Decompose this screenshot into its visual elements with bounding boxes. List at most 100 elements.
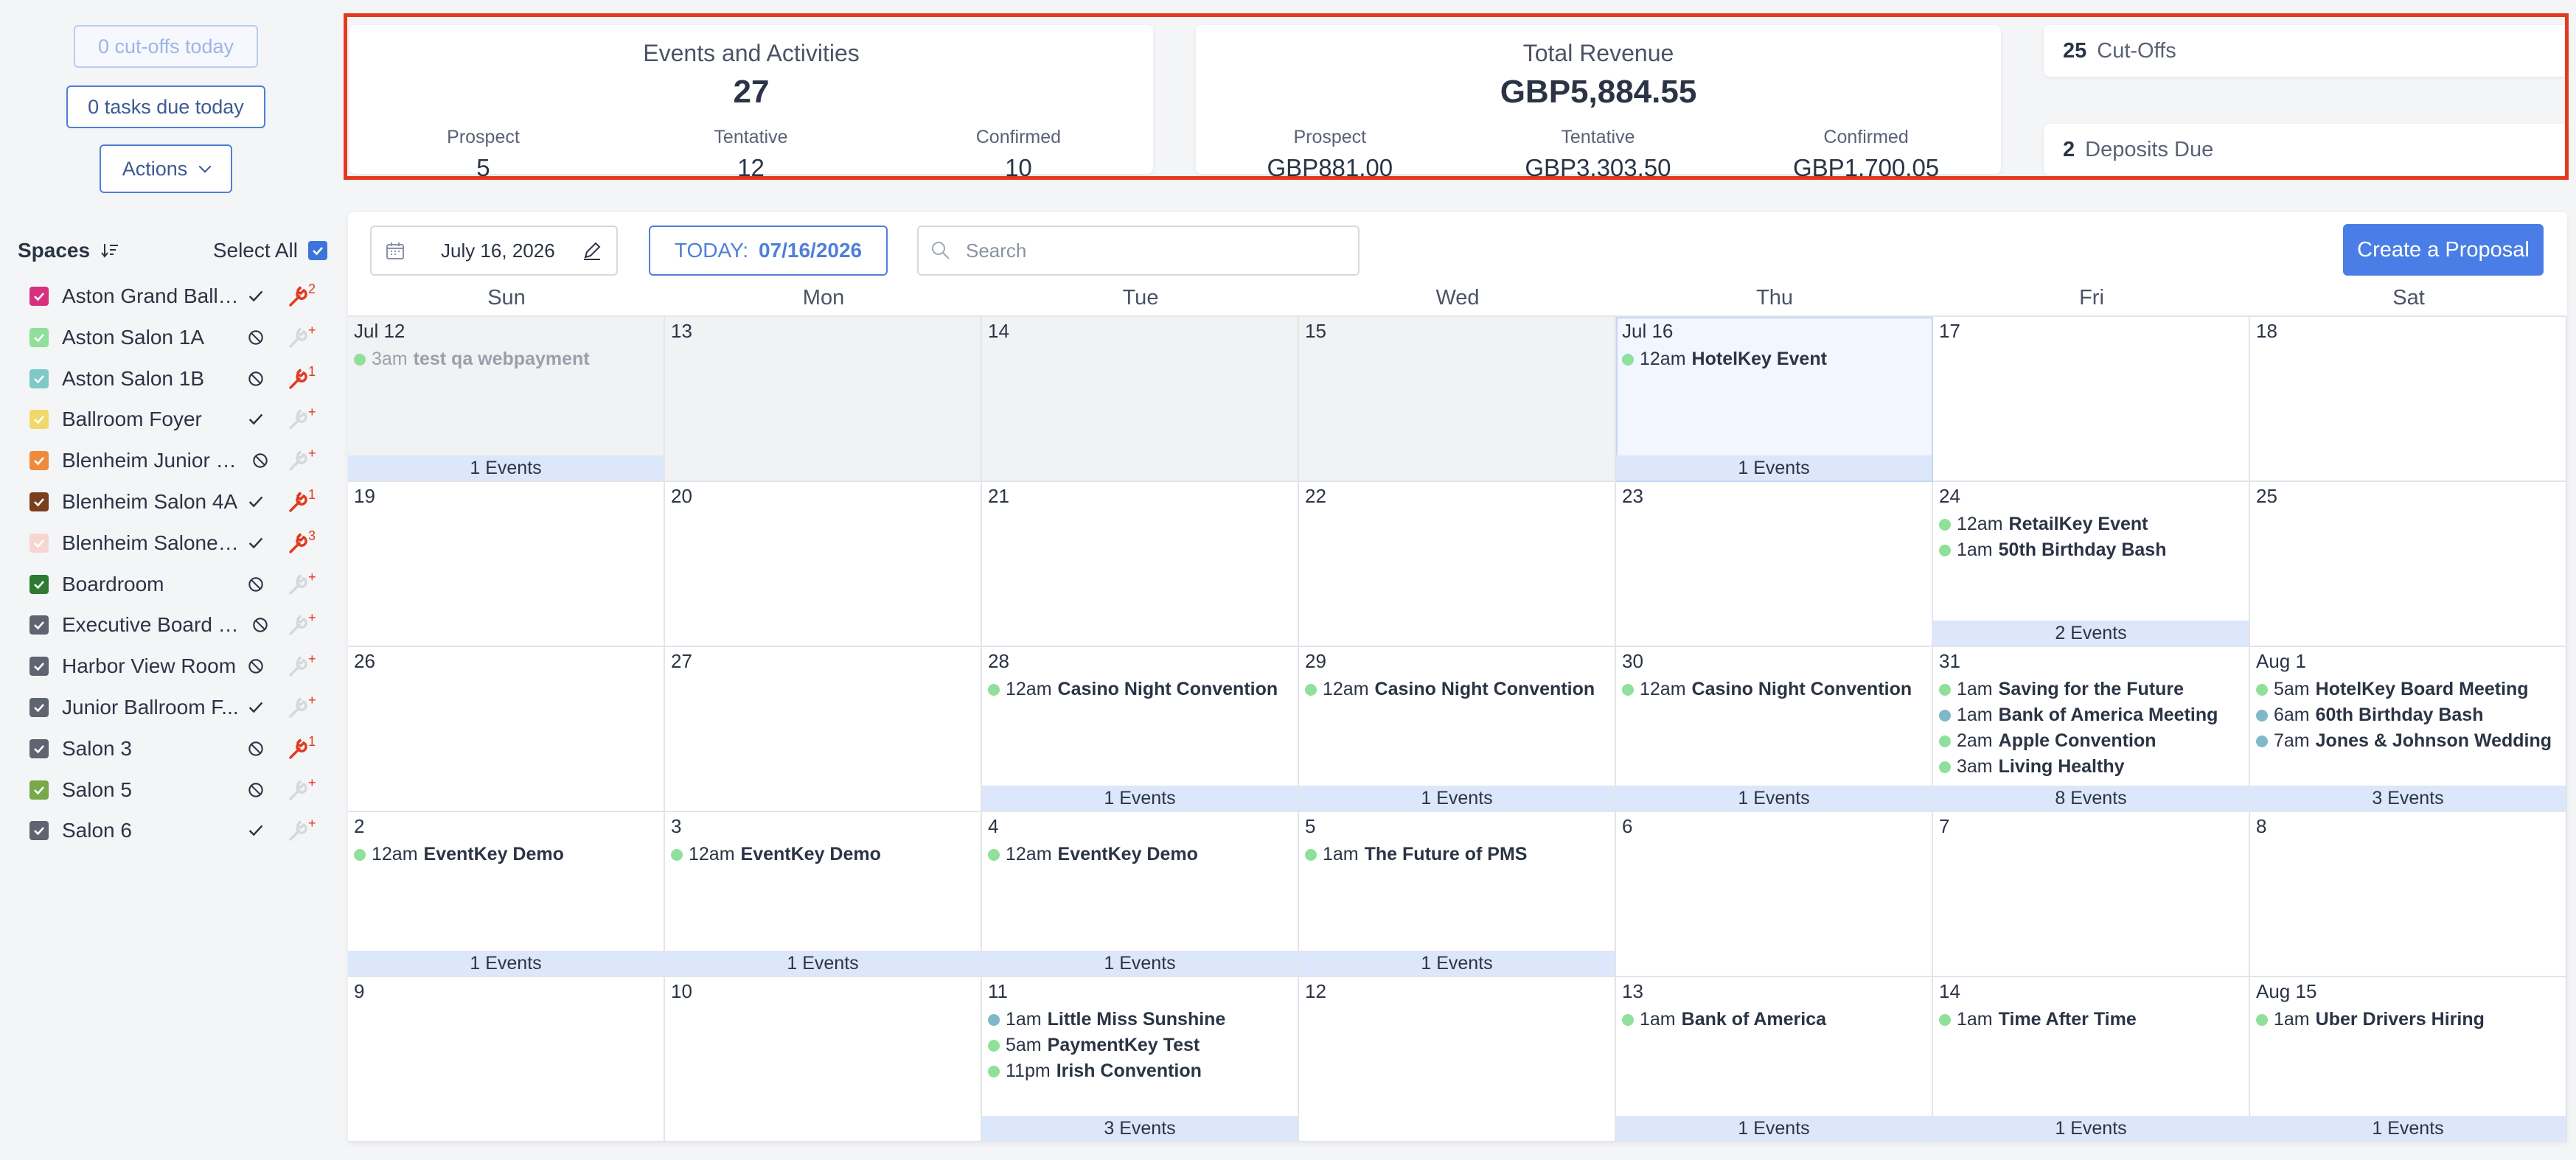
wrench-icon[interactable]: + bbox=[286, 571, 318, 598]
space-row[interactable]: Blenheim Junior B... + bbox=[29, 441, 324, 480]
calendar-day-cell[interactable]: 15 bbox=[1299, 317, 1616, 482]
wrench-icon[interactable]: + bbox=[286, 406, 318, 433]
wrench-icon[interactable]: 3 bbox=[286, 530, 318, 556]
actions-dropdown-button[interactable]: Actions bbox=[100, 144, 232, 193]
space-checkbox[interactable] bbox=[29, 410, 49, 430]
calendar-day-cell[interactable]: 6 bbox=[1616, 812, 1933, 977]
create-proposal-button[interactable]: Create a Proposal bbox=[2343, 224, 2544, 276]
calendar-day-cell[interactable]: 21 bbox=[982, 482, 1299, 647]
space-checkbox[interactable] bbox=[29, 533, 49, 553]
calendar-day-cell[interactable]: 23 bbox=[1616, 482, 1933, 647]
search-input[interactable] bbox=[966, 239, 1334, 262]
event-item[interactable]: 3am test qa webpayment bbox=[354, 346, 659, 372]
calendar-day-cell[interactable]: 14 bbox=[982, 317, 1299, 482]
calendar-day-cell[interactable]: 9 bbox=[348, 977, 665, 1142]
space-row[interactable]: Aston Salon 1A + bbox=[29, 318, 324, 357]
event-item[interactable]: 1am Saving for the Future bbox=[1939, 677, 2244, 702]
calendar-day-cell[interactable]: Jul 16 12am HotelKey Event 1 Events bbox=[1616, 317, 1933, 482]
calendar-day-cell[interactable]: 10 bbox=[665, 977, 982, 1142]
space-checkbox[interactable] bbox=[29, 451, 49, 471]
calendar-day-cell[interactable]: Aug 1 5am HotelKey Board Meeting 6am 60th Bi… bbox=[2250, 647, 2567, 812]
wrench-icon[interactable]: + bbox=[286, 817, 318, 844]
event-item[interactable]: 12am Casino Night Convention bbox=[1305, 677, 1610, 702]
event-count-bar[interactable]: 3 Events bbox=[982, 1116, 1298, 1141]
space-row[interactable]: Salon 6 + bbox=[29, 811, 324, 850]
event-item[interactable]: 12am EventKey Demo bbox=[988, 842, 1293, 867]
space-checkbox[interactable] bbox=[29, 287, 49, 306]
space-row[interactable]: Ballroom Foyer + bbox=[29, 400, 324, 439]
wrench-icon[interactable]: 1 bbox=[286, 366, 318, 392]
calendar-day-cell[interactable]: 28 12am Casino Night Convention 1 Events bbox=[982, 647, 1299, 812]
wrench-icon[interactable]: + bbox=[286, 653, 318, 679]
space-checkbox[interactable] bbox=[29, 657, 49, 677]
event-item[interactable]: 5am PaymentKey Test bbox=[988, 1033, 1293, 1058]
event-count-bar[interactable]: 3 Events bbox=[2250, 786, 2566, 811]
event-count-bar[interactable]: 2 Events bbox=[1933, 621, 2249, 646]
calendar-day-cell[interactable]: 5 1am The Future of PMS 1 Events bbox=[1299, 812, 1616, 977]
event-count-bar[interactable]: 1 Events bbox=[1616, 1116, 1932, 1141]
wrench-icon[interactable]: 2 bbox=[286, 283, 318, 310]
event-item[interactable]: 6am 60th Birthday Bash bbox=[2256, 702, 2561, 728]
calendar-day-cell[interactable]: 2 12am EventKey Demo 1 Events bbox=[348, 812, 665, 977]
space-checkbox[interactable] bbox=[29, 574, 49, 594]
space-row[interactable]: Salon 5 + bbox=[29, 771, 324, 809]
calendar-day-cell[interactable]: Jul 12 3am test qa webpayment 1 Events bbox=[348, 317, 665, 482]
event-count-bar[interactable]: 1 Events bbox=[665, 951, 981, 976]
event-count-bar[interactable]: 1 Events bbox=[1299, 786, 1615, 811]
calendar-day-cell[interactable]: 27 bbox=[665, 647, 982, 812]
event-item[interactable]: 12am RetailKey Event bbox=[1939, 511, 2244, 537]
calendar-day-cell[interactable]: 22 bbox=[1299, 482, 1616, 647]
event-count-bar[interactable]: 1 Events bbox=[982, 951, 1298, 976]
event-item[interactable]: 7am Jones & Johnson Wedding bbox=[2256, 728, 2561, 754]
calendar-day-cell[interactable]: 3 12am EventKey Demo 1 Events bbox=[665, 812, 982, 977]
wrench-icon[interactable]: + bbox=[286, 694, 318, 721]
calendar-day-cell[interactable]: 12 bbox=[1299, 977, 1616, 1142]
calendar-day-cell[interactable]: 25 bbox=[2250, 482, 2567, 647]
calendar-day-cell[interactable]: 8 bbox=[2250, 812, 2567, 977]
calendar-day-cell[interactable]: 30 12am Casino Night Convention 1 Events bbox=[1616, 647, 1933, 812]
event-item[interactable]: 1am 50th Birthday Bash bbox=[1939, 537, 2244, 563]
space-row[interactable]: Executive Board R... + bbox=[29, 606, 324, 644]
calendar-day-cell[interactable]: 13 bbox=[665, 317, 982, 482]
event-item[interactable]: 1am Time After Time bbox=[1939, 1007, 2244, 1033]
calendar-day-cell[interactable]: 11 1am Little Miss Sunshine 5am PaymentKey T… bbox=[982, 977, 1299, 1142]
calendar-day-cell[interactable]: 19 bbox=[348, 482, 665, 647]
event-item[interactable]: 1am Bank of America bbox=[1622, 1007, 1927, 1033]
space-row[interactable]: Salon 3 1 bbox=[29, 730, 324, 768]
calendar-day-cell[interactable]: 4 12am EventKey Demo 1 Events bbox=[982, 812, 1299, 977]
event-count-bar[interactable]: 1 Events bbox=[348, 951, 664, 976]
calendar-day-cell[interactable]: 24 12am RetailKey Event 1am 50th Birthday Ba… bbox=[1933, 482, 2250, 647]
calendar-day-cell[interactable]: 7 bbox=[1933, 812, 2250, 977]
wrench-icon[interactable]: 1 bbox=[286, 736, 318, 762]
space-row[interactable]: Junior Ballroom F... + bbox=[29, 688, 324, 727]
space-checkbox[interactable] bbox=[29, 698, 49, 717]
event-count-bar[interactable]: 1 Events bbox=[1933, 1116, 2249, 1141]
event-item[interactable]: 12am HotelKey Event bbox=[1622, 346, 1927, 372]
calendar-day-cell[interactable]: 14 1am Time After Time 1 Events bbox=[1933, 977, 2250, 1142]
wrench-icon[interactable]: + bbox=[286, 324, 318, 351]
space-row[interactable]: Boardroom + bbox=[29, 565, 324, 604]
space-row[interactable]: Blenheim Salone ... 3 bbox=[29, 524, 324, 562]
space-checkbox[interactable] bbox=[29, 738, 49, 758]
event-item[interactable]: 1am Uber Drivers Hiring bbox=[2256, 1007, 2561, 1033]
sort-icon[interactable] bbox=[100, 241, 119, 260]
wrench-icon[interactable]: + bbox=[286, 777, 318, 803]
event-item[interactable]: 1am Bank of America Meeting bbox=[1939, 702, 2244, 728]
calendar-day-cell[interactable]: Aug 15 1am Uber Drivers Hiring 1 Events bbox=[2250, 977, 2567, 1142]
event-count-bar[interactable]: 8 Events bbox=[1933, 786, 2249, 811]
event-count-bar[interactable]: 1 Events bbox=[2250, 1116, 2566, 1141]
event-item[interactable]: 2am Apple Convention bbox=[1939, 728, 2244, 754]
wrench-icon[interactable]: + bbox=[286, 447, 318, 474]
edit-pencil-icon[interactable] bbox=[581, 240, 603, 262]
event-item[interactable]: 1am The Future of PMS bbox=[1305, 842, 1610, 867]
calendar-day-cell[interactable]: 13 1am Bank of America 1 Events bbox=[1616, 977, 1933, 1142]
space-row[interactable]: Aston Salon 1B 1 bbox=[29, 360, 324, 398]
event-item[interactable]: 11pm Irish Convention bbox=[988, 1058, 1293, 1084]
select-all-toggle[interactable]: Select All bbox=[213, 239, 327, 262]
event-item[interactable]: 12am EventKey Demo bbox=[354, 842, 659, 867]
event-item[interactable]: 12am Casino Night Convention bbox=[988, 677, 1293, 702]
wrench-icon[interactable]: + bbox=[286, 612, 318, 638]
event-count-bar[interactable]: 1 Events bbox=[348, 455, 664, 481]
space-checkbox[interactable] bbox=[29, 492, 49, 511]
calendar-day-cell[interactable]: 26 bbox=[348, 647, 665, 812]
